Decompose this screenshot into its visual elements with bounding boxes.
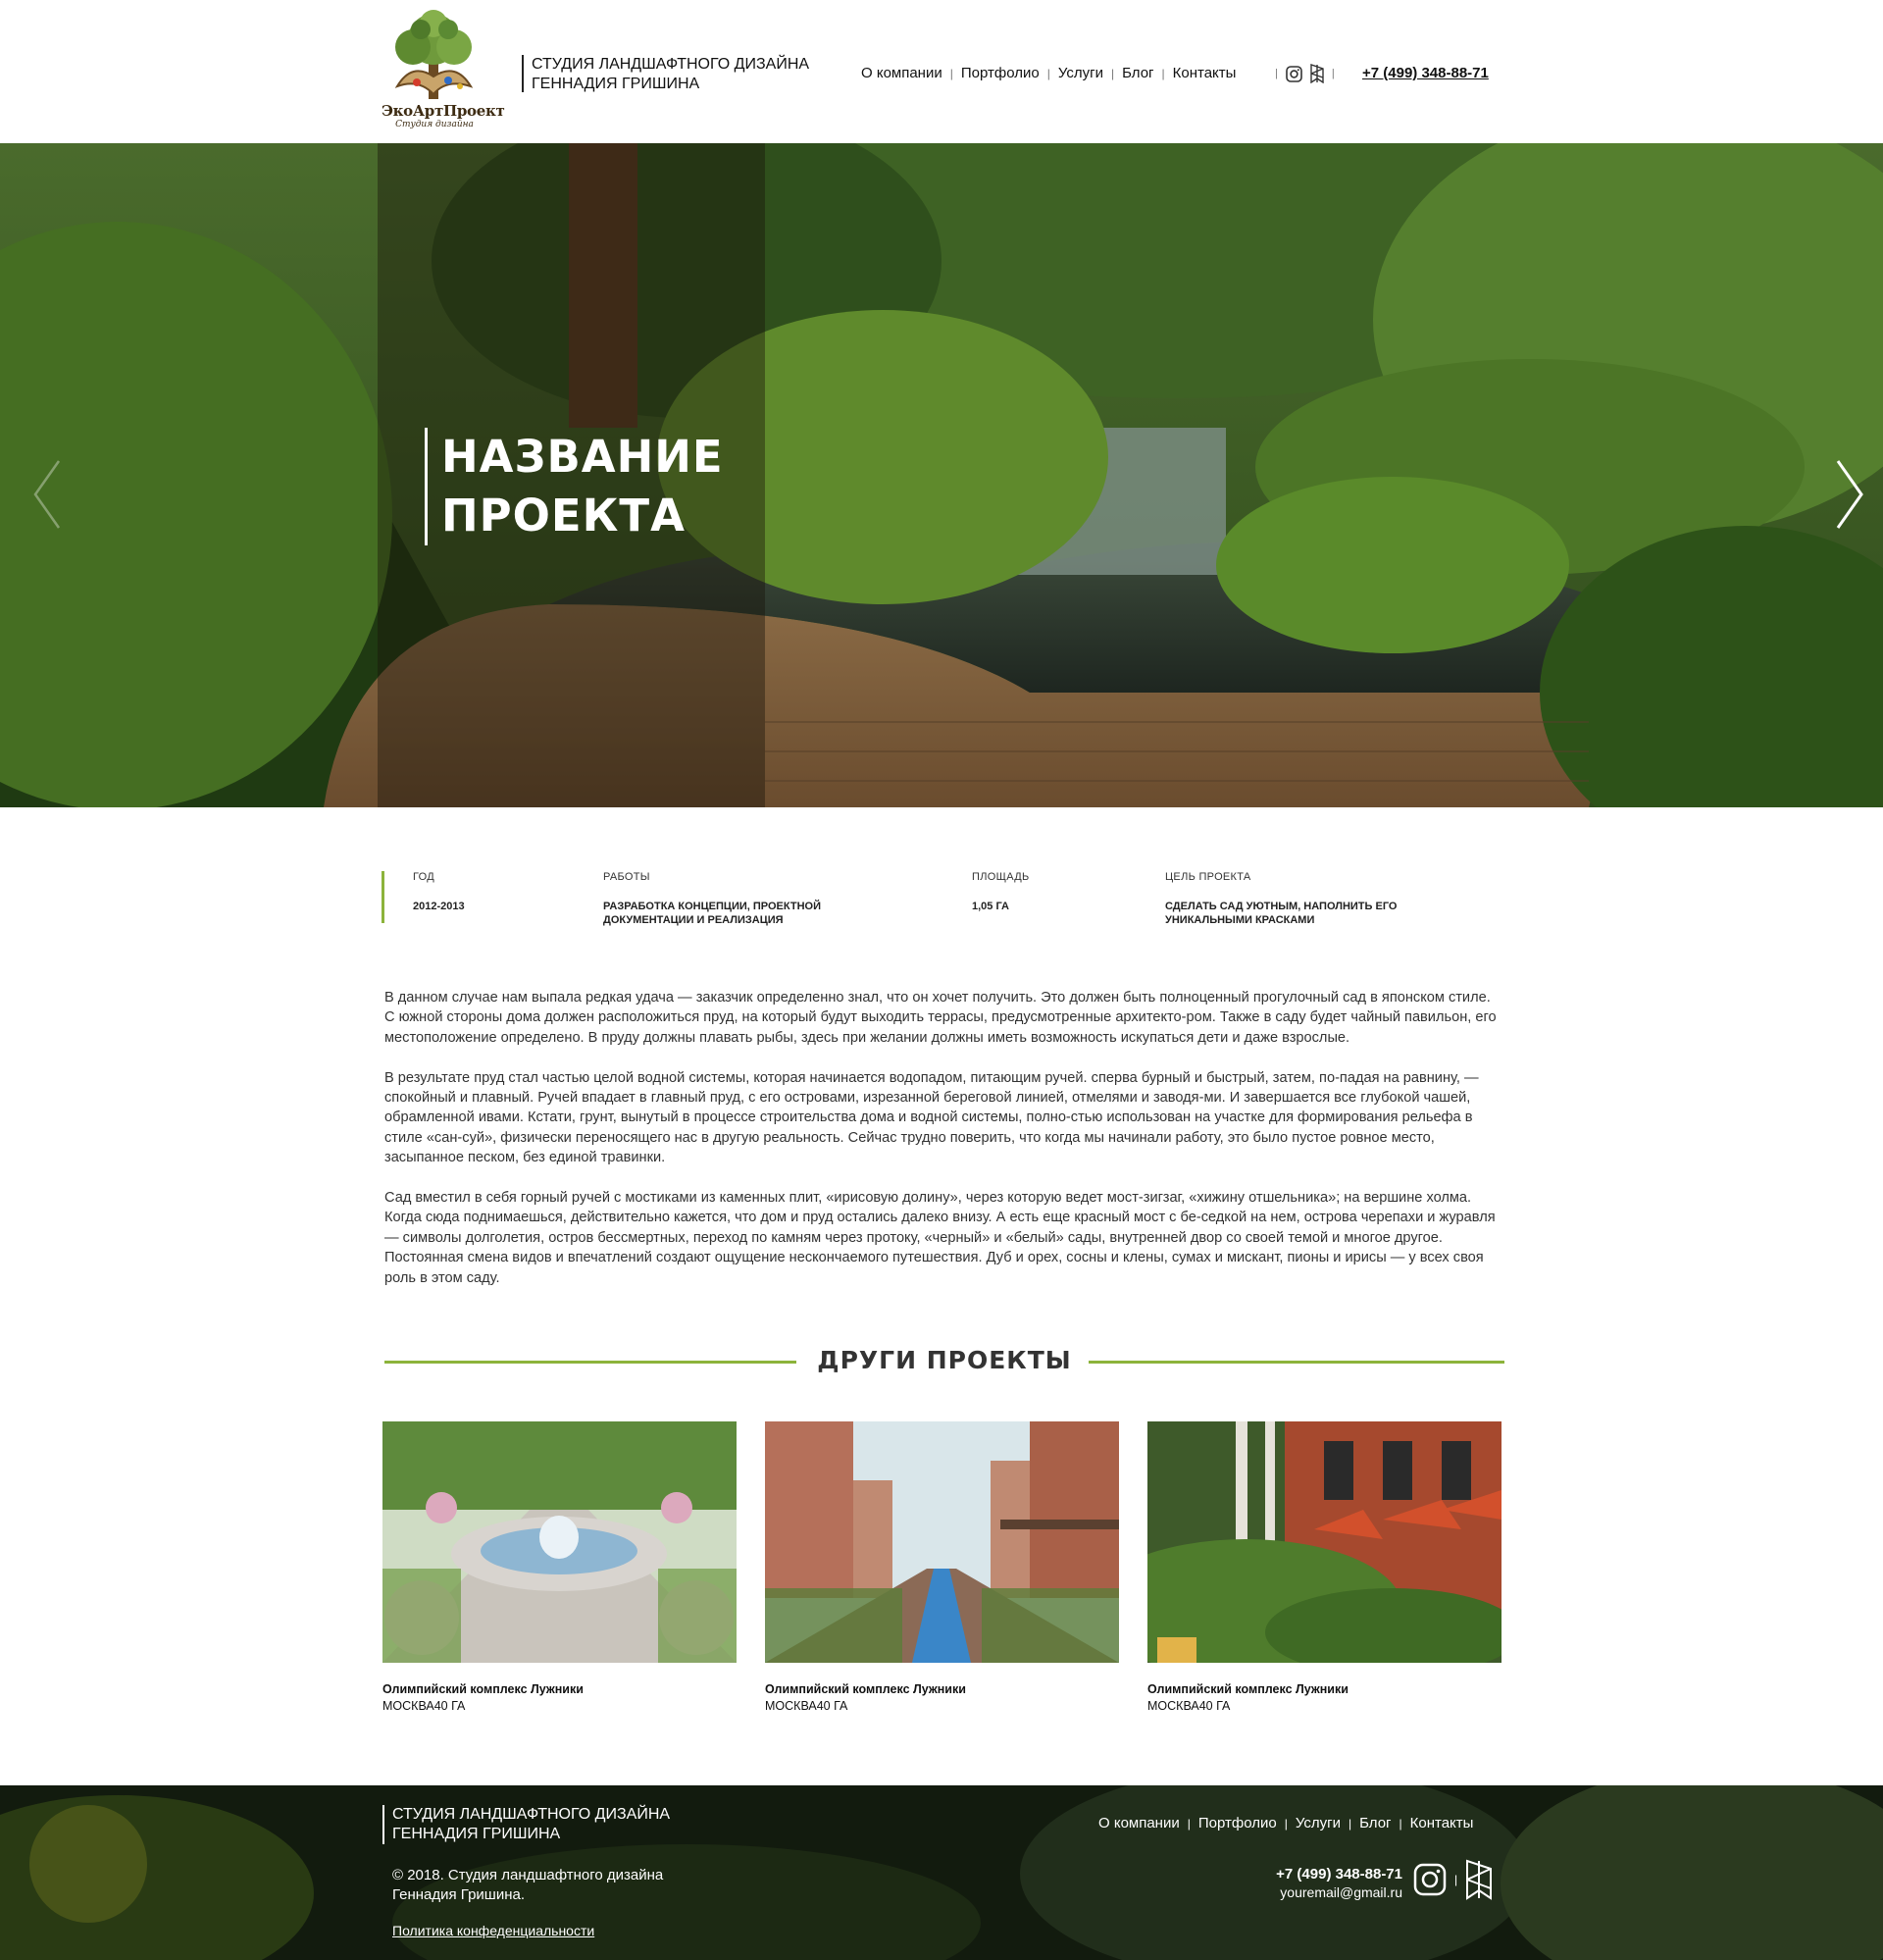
- copyright-line2: Геннадия Гришина.: [392, 1886, 525, 1903]
- meta-goal: ЦЕЛЬ ПРОЕКТА СДЕЛАТЬ САД УЮТНЫМ, НАПОЛНИ…: [1165, 871, 1397, 927]
- footer-email[interactable]: youremail@gmail.ru: [1265, 1883, 1402, 1901]
- project-title-line1: НАЗВАНИЕ: [441, 431, 724, 483]
- footer-nav-portfolio[interactable]: Портфолио: [1198, 1815, 1277, 1831]
- meta-works-value-line1: РАЗРАБОТКА КОНЦЕПЦИИ, ПРОЕКТНОЙ: [603, 901, 821, 912]
- project-meta: ГОД 2012-2013 РАБОТЫ РАЗРАБОТКА КОНЦЕПЦИ…: [382, 871, 1509, 926]
- nav-separator: |: [1110, 66, 1115, 80]
- description-paragraph: В данном случае нам выпала редкая удача …: [384, 990, 1497, 1046]
- hero-garden-image: [0, 143, 1883, 807]
- footer-studio-name: СТУДИЯ ЛАНДШАФТНОГО ДИЗАЙНА ГЕННАДИЯ ГРИ…: [382, 1805, 670, 1844]
- separator: |: [1331, 68, 1335, 79]
- logo[interactable]: ЭкоАртПроект Студия дизайна: [378, 8, 505, 133]
- meta-year-value: 2012-2013: [413, 901, 465, 912]
- main-nav: О компании | Портфолио | Услуги | Блог | Кон…: [861, 65, 1236, 81]
- project-card[interactable]: Олимпийский комплекс Лужники МОСКВА40 ГА: [382, 1421, 737, 1713]
- privacy-policy-link[interactable]: Политика конфеденциальности: [392, 1923, 594, 1938]
- nav-portfolio[interactable]: Портфолио: [961, 65, 1040, 81]
- project-title-line2: ПРОЕКТА: [441, 490, 686, 542]
- project-card-meta: МОСКВА40 ГА: [382, 1699, 466, 1713]
- separator: |: [1454, 1873, 1458, 1886]
- meta-goal-value: СДЕЛАТЬ САД УЮТНЫМ, НАПОЛНИТЬ ЕГО УНИКАЛ…: [1165, 900, 1397, 927]
- hero-slider: НАЗВАНИЕ ПРОЕКТА: [0, 143, 1883, 807]
- footer-nav-contacts[interactable]: Контакты: [1410, 1815, 1474, 1831]
- description-paragraph: В результате пруд стал частью целой водн…: [384, 1069, 1479, 1166]
- copyright: © 2018. Студия ландшафтного дизайна Генн…: [392, 1866, 663, 1905]
- nav-about[interactable]: О компании: [861, 65, 942, 81]
- footer-contacts: +7 (499) 348-88-71 youremail@gmail.ru: [1265, 1866, 1402, 1901]
- project-card-image[interactable]: [382, 1421, 737, 1663]
- meta-works: РАБОТЫ РАЗРАБОТКА КОНЦЕПЦИИ, ПРОЕКТНОЙ Д…: [603, 871, 821, 927]
- nav-services[interactable]: Услуги: [1058, 65, 1103, 81]
- meta-year-label: ГОД: [413, 871, 435, 883]
- site-header: ЭкоАртПроект Студия дизайна СТУДИЯ ЛАНДШ…: [0, 0, 1883, 143]
- meta-goal-value-line2: УНИКАЛЬНЫМИ КРАСКАМИ: [1165, 914, 1315, 926]
- nav-separator: |: [1348, 1816, 1352, 1831]
- meta-year: ГОД 2012-2013: [413, 871, 465, 913]
- footer-nav-services[interactable]: Услуги: [1296, 1815, 1341, 1831]
- meta-area-value: 1,05 ГА: [972, 901, 1009, 912]
- separator: |: [1275, 68, 1278, 79]
- footer-social: |: [1413, 1859, 1493, 1900]
- footer-nav: О компании | Портфолио | Услуги | Блог | Кон…: [1098, 1815, 1473, 1831]
- footer-phone[interactable]: +7 (499) 348-88-71: [1265, 1866, 1402, 1883]
- project-card-image[interactable]: [765, 1421, 1119, 1663]
- studio-name-line2: ГЕННАДИЯ ГРИШИНА: [532, 76, 700, 92]
- instagram-icon[interactable]: [1413, 1863, 1447, 1896]
- meta-works-value: РАЗРАБОТКА КОНЦЕПЦИИ, ПРОЕКТНОЙ ДОКУМЕНТ…: [603, 900, 821, 927]
- studio-name: СТУДИЯ ЛАНДШАФТНОГО ДИЗАЙНА ГЕННАДИЯ ГРИ…: [522, 55, 809, 92]
- nav-separator: |: [1284, 1816, 1288, 1831]
- project-card-title[interactable]: Олимпийский комплекс Лужники: [382, 1682, 737, 1696]
- project-title: НАЗВАНИЕ ПРОЕКТА: [425, 428, 724, 545]
- meta-area-label: ПЛОЩАДЬ: [972, 871, 1030, 883]
- footer-foliage-image: [0, 1785, 1883, 1960]
- other-projects-title: ДРУГИ ПРОЕКТЫ: [817, 1346, 1072, 1374]
- copyright-line1: © 2018. Студия ландшафтного дизайна: [392, 1867, 664, 1883]
- nav-separator: |: [1161, 66, 1165, 80]
- meta-works-label: РАБОТЫ: [603, 871, 650, 883]
- studio-name-line1: СТУДИЯ ЛАНДШАФТНОГО ДИЗАЙНА: [532, 56, 810, 73]
- description-paragraph: Сад вместил в себя горный ручей с мостик…: [384, 1190, 1496, 1286]
- other-projects-heading: ДРУГИ ПРОЕКТЫ: [384, 1346, 1504, 1375]
- project-card-image[interactable]: [1147, 1421, 1501, 1663]
- footer-nav-about[interactable]: О компании: [1098, 1815, 1180, 1831]
- meta-goal-label: ЦЕЛЬ ПРОЕКТА: [1165, 871, 1251, 883]
- footer-studio-line2: ГЕННАДИЯ ГРИШИНА: [392, 1826, 561, 1842]
- project-card-meta: МОСКВА40 ГА: [765, 1699, 848, 1713]
- nav-separator: |: [1187, 1816, 1191, 1831]
- project-card-meta: МОСКВА40 ГА: [1147, 1699, 1231, 1713]
- nav-contacts[interactable]: Контакты: [1173, 65, 1237, 81]
- footer-studio-line1: СТУДИЯ ЛАНДШАФТНОГО ДИЗАЙНА: [392, 1806, 671, 1823]
- nav-separator: |: [949, 66, 953, 80]
- footer-nav-blog[interactable]: Блог: [1359, 1815, 1391, 1831]
- meta-goal-value-line1: СДЕЛАТЬ САД УЮТНЫМ, НАПОЛНИТЬ ЕГО: [1165, 901, 1398, 912]
- site-footer: СТУДИЯ ЛАНДШАФТНОГО ДИЗАЙНА ГЕННАДИЯ ГРИ…: [0, 1785, 1883, 1960]
- header-phone[interactable]: +7 (499) 348-88-71: [1362, 65, 1489, 81]
- houzz-icon[interactable]: [1465, 1859, 1493, 1900]
- logo-text: ЭкоАртПроект: [382, 102, 505, 120]
- chevron-right-icon[interactable]: [1830, 455, 1869, 534]
- nav-separator: |: [1399, 1816, 1402, 1831]
- project-card-title[interactable]: Олимпийский комплекс Лужники: [765, 1682, 1119, 1696]
- logo-subtitle: Студия дизайна: [395, 120, 474, 129]
- nav-blog[interactable]: Блог: [1122, 65, 1153, 81]
- houzz-icon[interactable]: [1310, 64, 1324, 83]
- header-social: | |: [1275, 64, 1335, 83]
- project-description: В данном случае нам выпала редкая удача …: [384, 988, 1498, 1308]
- project-card-title[interactable]: Олимпийский комплекс Лужники: [1147, 1682, 1501, 1696]
- tree-logo-icon: [394, 10, 474, 99]
- project-card[interactable]: Олимпийский комплекс Лужники МОСКВА40 ГА: [1147, 1421, 1501, 1713]
- nav-separator: |: [1046, 66, 1050, 80]
- meta-area: ПЛОЩАДЬ 1,05 ГА: [972, 871, 1029, 913]
- project-card[interactable]: Олимпийский комплекс Лужники МОСКВА40 ГА: [765, 1421, 1119, 1713]
- chevron-left-icon[interactable]: [27, 455, 67, 534]
- meta-works-value-line2: ДОКУМЕНТАЦИИ И РЕАЛИЗАЦИЯ: [603, 914, 784, 926]
- instagram-icon[interactable]: [1286, 65, 1302, 82]
